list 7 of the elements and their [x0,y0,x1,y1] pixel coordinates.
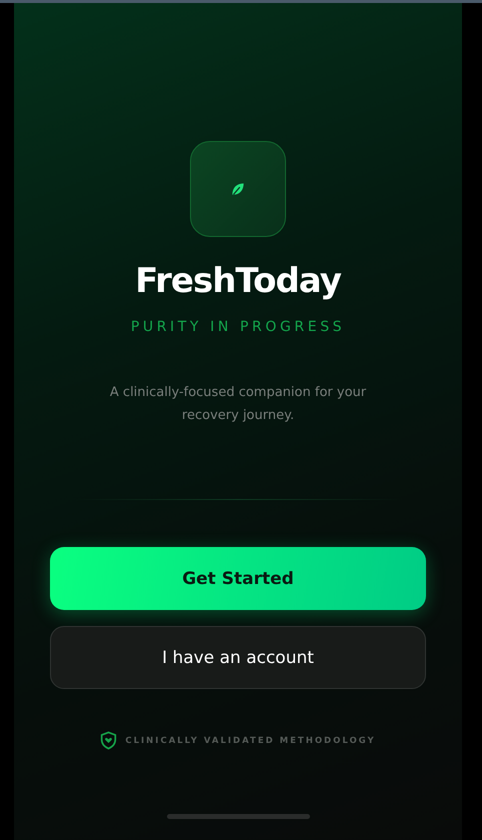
shield-icon [100,731,118,750]
get-started-button[interactable]: Get Started [50,547,426,610]
footer-text: CLINICALLY VALIDATED METHODOLOGY [125,736,376,746]
tagline: PURITY IN PROGRESS [130,319,346,335]
account-button[interactable]: I have an account [50,626,426,689]
description: A clinically-focused companion for your recovery journey. [108,384,368,425]
app-title: FreshToday [135,261,341,301]
